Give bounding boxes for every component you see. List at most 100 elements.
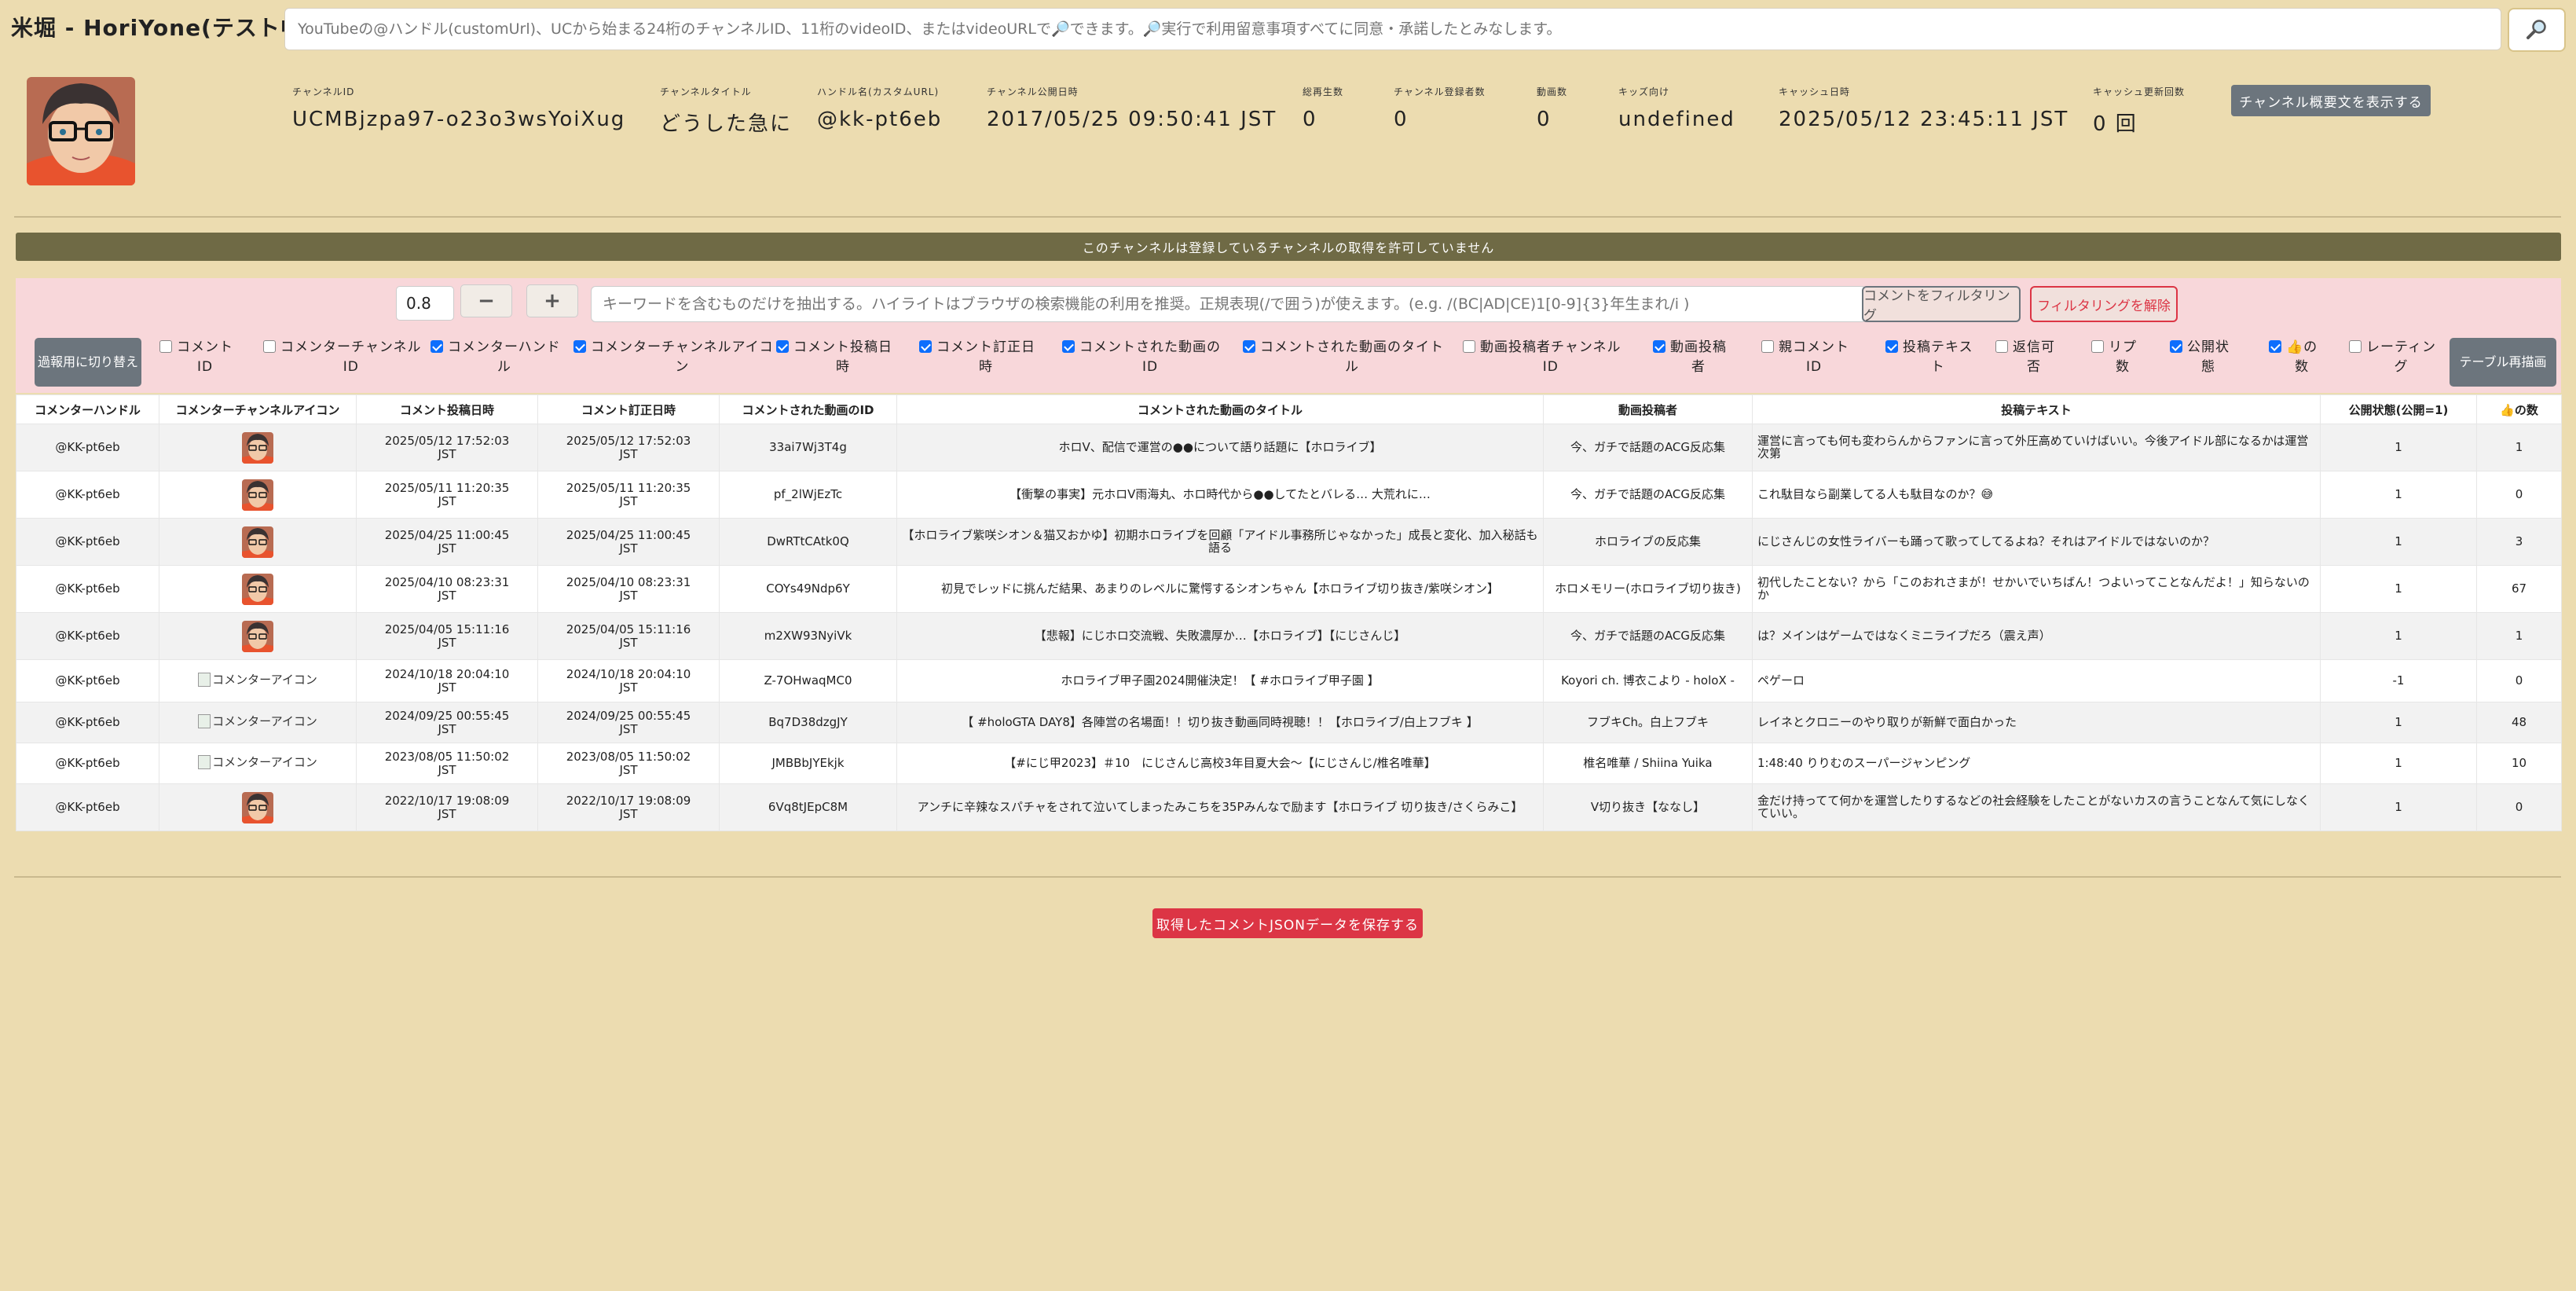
checkbox[interactable] <box>1995 340 2008 353</box>
likes-cell: 1 <box>2476 424 2562 471</box>
checkbox[interactable] <box>573 340 586 353</box>
posted-date-cell: 2025/05/12 17:52:03 JST <box>356 424 538 471</box>
increase-button[interactable]: + <box>526 284 578 317</box>
stat-handle: ハンドル名(カスタムURL) @kk-pt6eb <box>817 85 942 131</box>
commenter-handle-cell: @KK-pt6eb <box>16 518 159 566</box>
decrease-button[interactable]: − <box>460 284 512 317</box>
checkbox[interactable] <box>1062 340 1075 353</box>
checkbox[interactable] <box>2349 340 2362 353</box>
commenter-handle-cell: @KK-pt6eb <box>16 659 159 702</box>
clear-filter-button[interactable]: フィルタリングを解除 <box>2030 286 2178 322</box>
checkbox[interactable] <box>1243 340 1255 353</box>
video-title-cell: 【悲報】にじホロ交流戦、失敗濃厚か…【ホロライブ】【にじさんじ】 <box>896 612 1544 660</box>
mode-switch-button[interactable]: 過報用に切り替え <box>35 338 141 387</box>
column-header[interactable]: コメンターチャンネルアイコン <box>159 394 357 424</box>
commenter-avatar <box>242 573 273 605</box>
video-title-cell: ホロライブ甲子園2024開催決定！【 #ホロライブ甲子園 】 <box>896 659 1544 702</box>
column-toggle-label: コメント訂正日 時 <box>936 339 1035 375</box>
magnifier-icon <box>2527 20 2546 39</box>
stat-subscribers: チャンネル登録者数 0 <box>1394 85 1486 131</box>
stat-value: @kk-pt6eb <box>817 108 943 131</box>
column-toggle[interactable]: コメンターハンド ル <box>431 338 561 376</box>
commenter-icon-cell: コメンターアイコン <box>159 743 357 784</box>
redraw-table-button[interactable]: テーブル再描画 <box>2450 338 2556 387</box>
video-id-cell: Z-7OHwaqMC0 <box>719 659 897 702</box>
stat-value: undefined <box>1618 108 1735 131</box>
column-toggle[interactable]: コメントされた動画の ID <box>1062 338 1221 376</box>
checkbox[interactable] <box>1885 340 1898 353</box>
column-toggle[interactable]: 親コメント ID <box>1761 338 1849 376</box>
column-toggle-label: 返信可 否 <box>2013 339 2055 375</box>
uploader-cell: 今、ガチで話題のACG反応集 <box>1543 424 1753 471</box>
uploader-cell: Koyori ch. 博衣こより - holoX - <box>1543 659 1753 702</box>
checkbox[interactable] <box>2269 340 2281 353</box>
column-toggle-label: 公開状 態 <box>2187 339 2230 375</box>
column-toggle[interactable]: 👍の 数 <box>2269 338 2318 376</box>
search-button[interactable] <box>2508 8 2566 52</box>
uploader-cell: フブキCh。白上フブキ <box>1543 702 1753 743</box>
column-header[interactable]: コメント訂正日時 <box>537 394 720 424</box>
column-toggle-label: 動画投稿 者 <box>1670 339 1727 375</box>
video-id-cell: 33ai7Wj3T4g <box>719 424 897 471</box>
posted-date-cell: 2025/04/25 11:00:45 JST <box>356 518 538 566</box>
checkbox[interactable] <box>776 340 789 353</box>
posted-date-cell: 2025/05/11 11:20:35 JST <box>356 471 538 519</box>
keyword-filter-input[interactable] <box>591 286 1867 322</box>
column-toggle[interactable]: リプ 数 <box>2091 338 2137 376</box>
checkbox[interactable] <box>919 340 932 353</box>
column-toggle[interactable]: コメントされた動画のタイト ル <box>1243 338 1444 376</box>
column-toggle[interactable]: 動画投稿 者 <box>1653 338 1727 376</box>
column-header[interactable]: 動画投稿者 <box>1543 394 1753 424</box>
column-header[interactable]: コメントされた動画のID <box>719 394 897 424</box>
checkbox[interactable] <box>1761 340 1774 353</box>
checkbox[interactable] <box>1653 340 1665 353</box>
column-toggle[interactable]: コメント訂正日 時 <box>919 338 1035 376</box>
stat-label: チャンネルタイトル <box>660 86 752 97</box>
uploader-cell: ホロメモリー(ホロライブ切り抜き) <box>1543 565 1753 613</box>
search-input[interactable] <box>284 8 2501 50</box>
column-header[interactable]: 投稿テキスト <box>1752 394 2321 424</box>
column-toggle[interactable]: 公開状 態 <box>2170 338 2230 376</box>
column-header[interactable]: コメント投稿日時 <box>356 394 538 424</box>
edited-date-cell: 2022/10/17 19:08:09 JST <box>537 783 720 831</box>
stat-label: 総再生数 <box>1303 86 1344 97</box>
checkbox[interactable] <box>431 340 443 353</box>
column-toggle[interactable]: レーティン グ <box>2349 338 2436 376</box>
column-toggle[interactable]: 動画投稿者チャンネル ID <box>1463 338 1621 376</box>
comment-text-cell: レイネとクロニーのやり取りが新鮮で面白かった <box>1752 702 2321 743</box>
video-id-cell: COYs49Ndp6Y <box>719 565 897 613</box>
column-toggle[interactable]: 返信可 否 <box>1995 338 2055 376</box>
checkbox[interactable] <box>159 340 172 353</box>
column-toggle-label: コメント ID <box>177 339 233 375</box>
rate-input[interactable]: 0.8 <box>396 286 454 321</box>
column-toggle[interactable]: コメント投稿日 時 <box>776 338 892 376</box>
column-toggle-label: コメント投稿日 時 <box>793 339 892 375</box>
column-toggle[interactable]: コメンターチャンネルアイコ ン <box>573 338 774 376</box>
broken-image-icon: コメンターアイコン <box>198 672 317 687</box>
commenter-icon-cell: コメンターアイコン <box>159 659 357 702</box>
public-status-cell: 1 <box>2320 783 2477 831</box>
column-toggle[interactable]: コメント ID <box>159 338 233 376</box>
video-title-cell: 初見でレッドに挑んだ結果、あまりのレベルに驚愕するシオンちゃん【ホロライブ切り抜… <box>896 565 1544 613</box>
column-toggle[interactable]: 投稿テキス ト <box>1885 338 1973 376</box>
video-id-cell: DwRTtCAtk0Q <box>719 518 897 566</box>
checkbox[interactable] <box>2170 340 2182 353</box>
image-alt-text: コメンターアイコン <box>212 754 317 769</box>
checkbox[interactable] <box>263 340 276 353</box>
column-toggle[interactable]: コメンターチャンネル ID <box>263 338 422 376</box>
stat-value: UCMBjzpa97-o23o3wsYoiXug <box>292 108 626 131</box>
column-header[interactable]: 👍の数 <box>2476 394 2562 424</box>
stat-channel-id: チャンネルID UCMBjzpa97-o23o3wsYoiXug <box>292 85 625 131</box>
commenter-handle-cell: @KK-pt6eb <box>16 471 159 519</box>
public-status-cell: -1 <box>2320 659 2477 702</box>
filter-comments-button[interactable]: コメントをフィルタリング <box>1862 286 2021 324</box>
checkbox[interactable] <box>1463 340 1475 353</box>
show-description-button[interactable]: チャンネル概要文を表示する <box>2231 85 2431 116</box>
save-json-button[interactable]: 取得したコメントJSONデータを保存する <box>1152 908 1423 938</box>
column-header[interactable]: コメンターハンドル <box>16 394 159 424</box>
commenter-avatar <box>242 620 273 652</box>
column-header[interactable]: コメントされた動画のタイトル <box>896 394 1544 424</box>
checkbox[interactable] <box>2091 340 2104 353</box>
column-header[interactable]: 公開状態(公開=1) <box>2320 394 2477 424</box>
commenter-handle-cell: @KK-pt6eb <box>16 424 159 471</box>
